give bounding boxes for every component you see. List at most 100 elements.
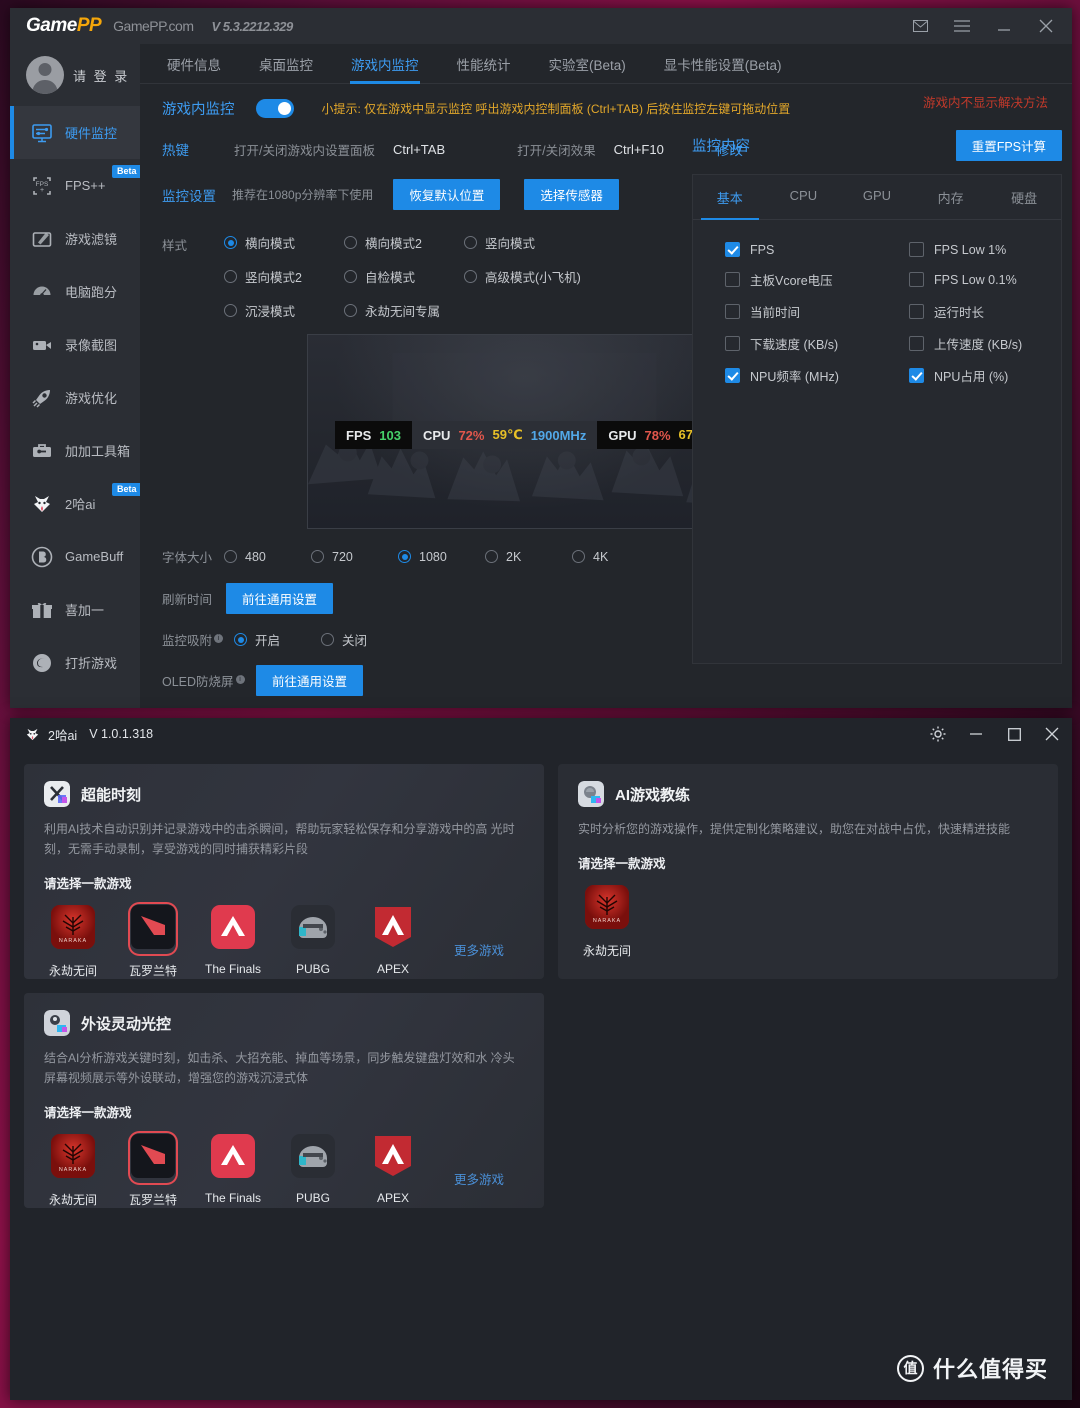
user-login-area[interactable]: 请 登 录 [10, 44, 140, 106]
style-option-vertical2[interactable]: 竖向模式2 [224, 267, 344, 286]
game-name: 瓦罗兰特 [128, 964, 177, 978]
tab-desktop-monitor[interactable]: 桌面监控 [240, 44, 332, 84]
ingame-not-showing-help-link[interactable]: 游戏内不显示解决方法 [923, 92, 1048, 111]
checkbox-npu-usage[interactable]: NPU占用 (%) [877, 366, 1061, 385]
game-name: 永劫无间 [48, 1193, 97, 1207]
game-item-thefinals[interactable]: The Finals [204, 1134, 262, 1205]
style-option-label: 竖向模式2 [245, 271, 302, 285]
monitor-tab-disk[interactable]: 硬盘 [987, 175, 1061, 219]
hotkey-label[interactable]: 热键 [162, 139, 189, 159]
gear-icon[interactable] [928, 724, 948, 744]
game-item-pubg[interactable]: PUBG [284, 1134, 342, 1205]
minimize-icon[interactable] [966, 724, 986, 744]
font-size-option-1080[interactable]: 1080 [398, 550, 485, 564]
checkbox-vcore-voltage[interactable]: 主板Vcore电压 [693, 270, 877, 289]
game-item-naraka[interactable]: NARAKA 永劫无间 [578, 885, 636, 959]
snap-option-off[interactable]: 关闭 [321, 630, 408, 649]
game-item-apex[interactable]: APEX [364, 905, 422, 976]
checkbox-current-time[interactable]: 当前时间 [693, 302, 877, 321]
sidebar-item-game-filter[interactable]: 游戏滤镜 [10, 212, 140, 265]
font-size-option-720[interactable]: 720 [311, 550, 398, 564]
monitor-tab-gpu[interactable]: GPU [840, 175, 914, 219]
font-size-option-480[interactable]: 480 [224, 550, 311, 564]
ingame-monitor-panel: 游戏内监控 小提示: 仅在游戏中显示监控 呼出游戏内控制面板 (Ctrl+TAB… [140, 84, 1072, 708]
font-size-option-label: 480 [245, 549, 266, 564]
sidebar-item-game-optimize[interactable]: 游戏优化 [10, 371, 140, 424]
game-item-apex[interactable]: APEX [364, 1134, 422, 1205]
info-icon[interactable]: i [214, 633, 224, 643]
tab-lab-beta[interactable]: 实验室(Beta) [530, 44, 645, 84]
game-item-valorant[interactable]: 瓦罗兰特 [124, 1134, 182, 1208]
style-option-horizontal[interactable]: 横向模式 [224, 233, 344, 252]
game-item-valorant[interactable]: 瓦罗兰特 [124, 905, 182, 979]
sidebar-item-recording[interactable]: 录像截图 [10, 318, 140, 371]
sidebar-item-free-game[interactable]: 喜加一 [10, 583, 140, 636]
more-games-link[interactable]: 更多游戏 [454, 1169, 504, 1188]
light-control-icon [44, 1010, 70, 1036]
sidebar-item-label: 加加工具箱 [65, 444, 131, 459]
2haai-app-name: 2哈ai [48, 728, 78, 743]
font-size-option-label: 4K [593, 549, 609, 564]
style-option-naraka[interactable]: 永劫无间专属 [344, 301, 464, 320]
gamepp-window: GamePP GamePP.com V 5.3.2212.329 请 登 录 [10, 8, 1072, 708]
font-size-option-2k[interactable]: 2K [485, 550, 572, 564]
more-games-link[interactable]: 更多游戏 [454, 940, 504, 959]
snap-option-on[interactable]: 开启 [234, 630, 321, 649]
sidebar-item-gamebuff[interactable]: GameBuff [10, 530, 140, 583]
sidebar-item-discount-game[interactable]: 打折游戏 [10, 636, 140, 689]
sidebar-item-label: GameBuff [65, 549, 124, 564]
game-item-naraka[interactable]: NARAKA 永劫无间 [44, 1134, 102, 1208]
tab-performance-stats[interactable]: 性能统计 [438, 44, 530, 84]
style-option-selfcheck[interactable]: 自检模式 [344, 267, 464, 286]
checkbox-icon [725, 336, 740, 351]
checkbox-fps-low-01[interactable]: FPS Low 0.1% [877, 270, 1061, 289]
refresh-time-goto-general-settings-button[interactable]: 前往通用设置 [226, 583, 334, 614]
game-item-naraka[interactable]: NARAKA 永劫无间 [44, 905, 102, 979]
style-option-immersive[interactable]: 沉浸模式 [224, 301, 344, 320]
checkbox-runtime[interactable]: 运行时长 [877, 302, 1061, 321]
tab-ingame-monitor[interactable]: 游戏内监控 [332, 44, 438, 84]
sidebar-item-toolbox[interactable]: 加加工具箱 [10, 424, 140, 477]
checkbox-label: 主板Vcore电压 [750, 274, 833, 288]
ai-coach-icon [578, 781, 604, 807]
tab-gpu-performance-beta[interactable]: 显卡性能设置(Beta) [645, 44, 801, 84]
checkbox-fps-low-1[interactable]: FPS Low 1% [877, 242, 1061, 257]
game-item-thefinals[interactable]: The Finals [204, 905, 262, 976]
monitor-icon [29, 120, 54, 145]
sidebar-item-fpsplus[interactable]: Beta FPS + FPS++ [10, 159, 140, 212]
monitor-tab-memory[interactable]: 内存 [914, 175, 988, 219]
checkbox-npu-frequency[interactable]: NPU频率 (MHz) [693, 366, 877, 385]
sidebar-item-hardware-monitor[interactable]: 硬件监控 [10, 106, 140, 159]
menu-icon[interactable] [952, 16, 972, 36]
reset-fps-calculation-button[interactable]: 重置FPS计算 [955, 130, 1062, 161]
checkbox-upload-speed[interactable]: 上传速度 (KB/s) [877, 334, 1061, 353]
oled-goto-general-settings-button[interactable]: 前往通用设置 [256, 665, 364, 696]
tab-hardware-info[interactable]: 硬件信息 [148, 44, 240, 84]
hotkey-item2-key: Ctrl+F10 [613, 141, 664, 157]
maximize-icon[interactable] [1004, 724, 1024, 744]
osd-bar: FPS 103 CPU 72% 59℃ 1900MHz GPU 78% [335, 421, 720, 449]
sidebar-item-benchmark[interactable]: 电脑跑分 [10, 265, 140, 318]
close-icon[interactable] [1042, 724, 1062, 744]
restore-default-position-button[interactable]: 恢复默认位置 [393, 179, 501, 210]
select-sensor-button[interactable]: 选择传感器 [524, 179, 619, 210]
font-size-option-4k[interactable]: 4K [572, 550, 659, 564]
checkbox-download-speed[interactable]: 下载速度 (KB/s) [693, 334, 877, 353]
style-option-horizontal2[interactable]: 横向模式2 [344, 233, 464, 252]
style-option-advanced[interactable]: 高级模式(小飞机) [464, 267, 624, 286]
ingame-monitor-toggle[interactable] [255, 99, 294, 118]
mail-icon[interactable] [910, 16, 930, 36]
sidebar-item-2haai[interactable]: Beta 2哈ai [10, 477, 140, 530]
monitor-tab-cpu[interactable]: CPU [767, 175, 841, 219]
info-icon[interactable]: i [235, 674, 245, 684]
minimize-icon[interactable] [994, 16, 1014, 36]
style-option-label: 沉浸模式 [245, 305, 296, 319]
sidebar-item-label: 游戏优化 [65, 391, 118, 406]
close-icon[interactable] [1036, 16, 1056, 36]
checkbox-fps[interactable]: FPS [693, 242, 877, 257]
monitor-tab-basic[interactable]: 基本 [693, 175, 767, 220]
game-item-pubg[interactable]: PUBG [284, 905, 342, 976]
apex-icon [371, 907, 415, 953]
card-ai-coach: AI游戏教练 实时分析您的游戏操作，提供定制化策略建议，助您在对战中占优，快速精… [558, 764, 1058, 979]
style-option-vertical[interactable]: 竖向模式 [464, 233, 624, 252]
